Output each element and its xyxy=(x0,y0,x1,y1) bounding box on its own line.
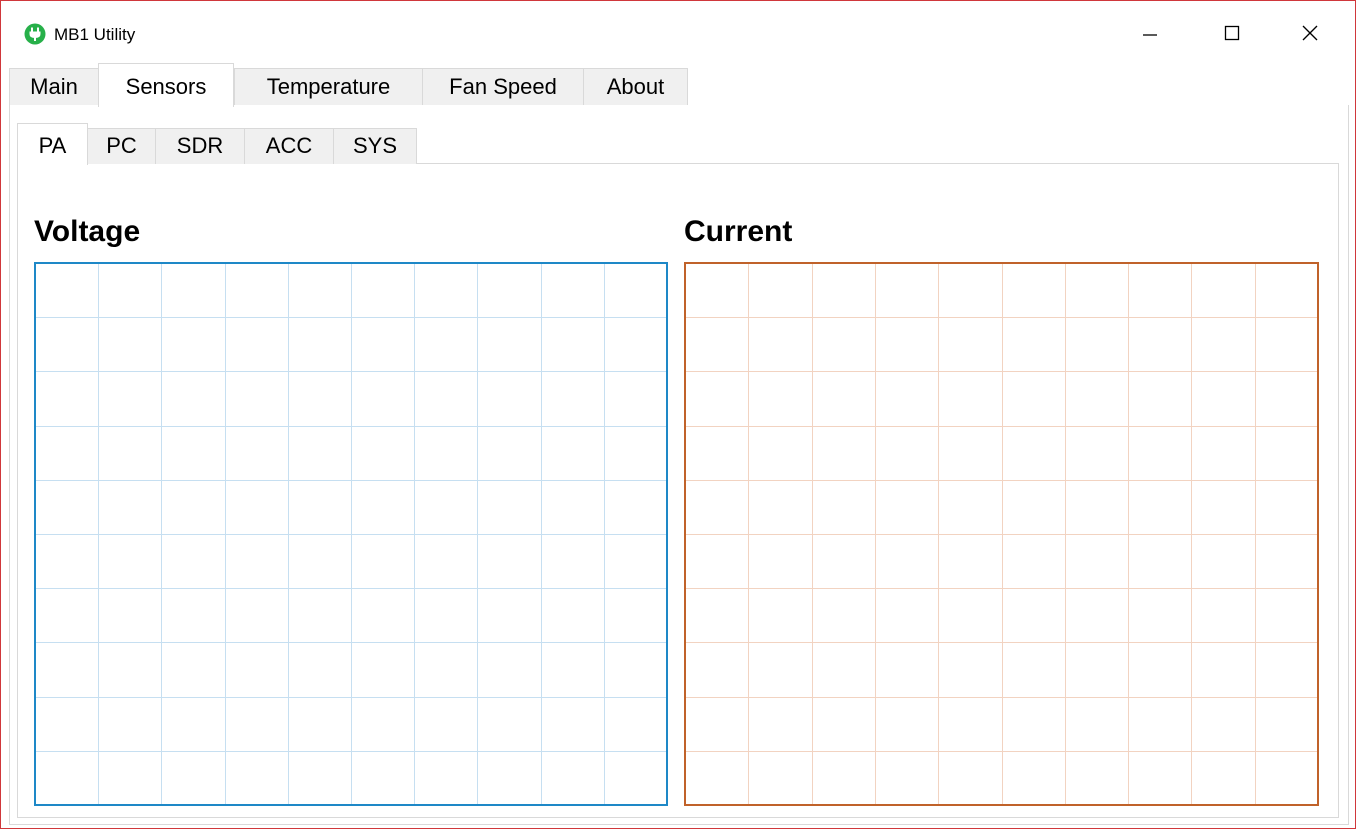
plug-icon xyxy=(24,23,46,45)
tab-fan-speed[interactable]: Fan Speed xyxy=(422,68,584,106)
close-icon xyxy=(1302,25,1318,41)
tab-label: Fan Speed xyxy=(449,74,557,99)
voltage-grid xyxy=(34,262,668,806)
subtab-acc[interactable]: ACC xyxy=(244,128,334,164)
voltage-plot xyxy=(34,262,668,806)
subtab-pa[interactable]: PA xyxy=(17,123,88,165)
subtab-sys[interactable]: SYS xyxy=(333,128,417,164)
title-bar: MB1 Utility xyxy=(1,1,1355,63)
tab-label: Sensors xyxy=(125,74,207,99)
subtab-label: SDR xyxy=(176,133,224,158)
tab-label: Main xyxy=(30,74,78,99)
window-title: MB1 Utility xyxy=(54,25,136,44)
subtab-label: PA xyxy=(38,133,67,158)
subtab-label: ACC xyxy=(265,133,313,158)
current-plot xyxy=(684,262,1319,806)
main-tab-bar: Main Sensors Temperature Fan Speed About xyxy=(9,63,1349,107)
tab-main[interactable]: Main xyxy=(9,68,99,106)
minimize-icon xyxy=(1143,34,1157,36)
voltage-heading: Voltage xyxy=(34,215,141,248)
minimize-button[interactable] xyxy=(1127,11,1173,55)
subtab-label: SYS xyxy=(352,133,398,158)
tab-about[interactable]: About xyxy=(583,68,688,106)
app-window: MB1 Utility Main Sensors Temperature Fan… xyxy=(0,0,1356,829)
sensor-sub-tab-bar: PA PC SDR ACC SYS xyxy=(17,123,1337,165)
tab-sensors[interactable]: Sensors xyxy=(98,63,234,107)
subtab-pc[interactable]: PC xyxy=(87,128,156,164)
subtab-label: PC xyxy=(106,133,137,158)
tab-label: Temperature xyxy=(266,74,391,99)
current-grid xyxy=(684,262,1319,806)
close-button[interactable] xyxy=(1287,11,1333,55)
maximize-button[interactable] xyxy=(1209,11,1255,55)
current-heading: Current xyxy=(684,215,793,248)
maximize-icon xyxy=(1224,25,1240,41)
tab-temperature[interactable]: Temperature xyxy=(234,68,423,106)
subtab-sdr[interactable]: SDR xyxy=(155,128,245,164)
tab-label: About xyxy=(606,74,665,99)
